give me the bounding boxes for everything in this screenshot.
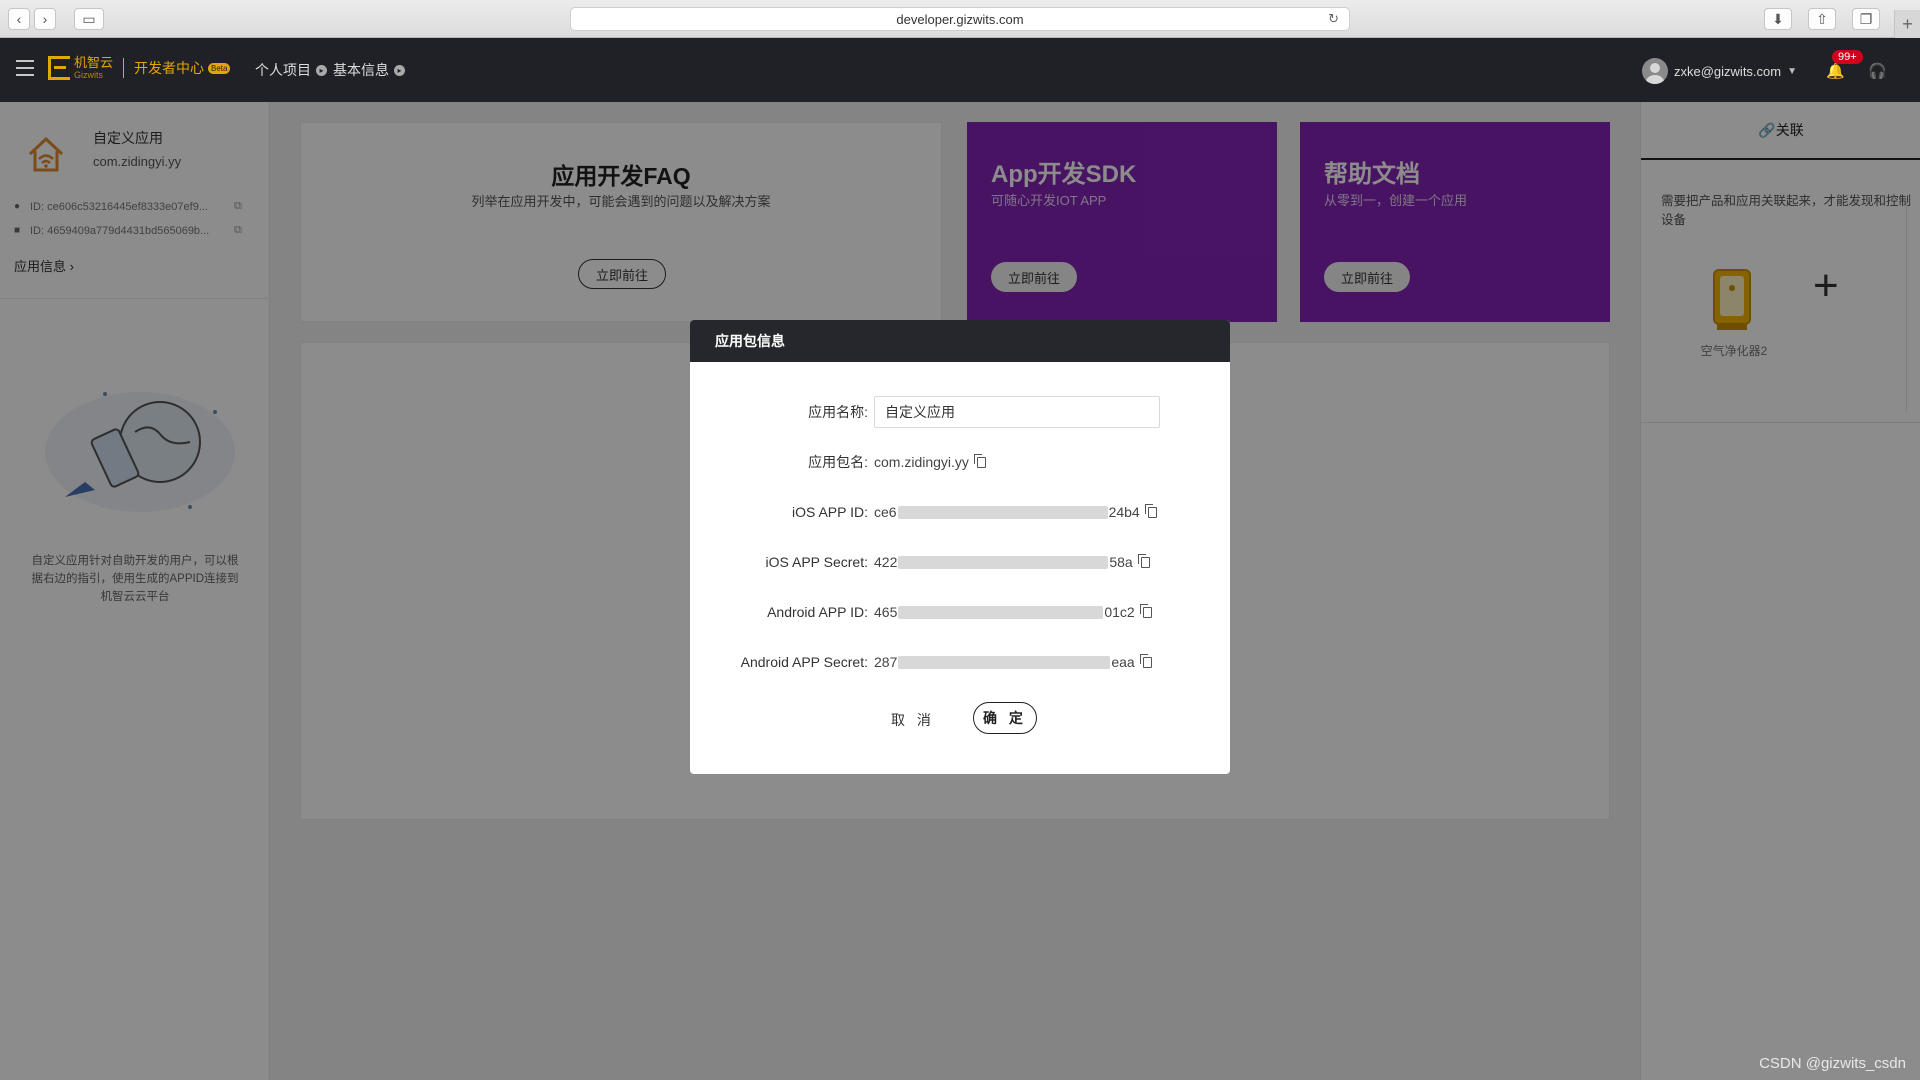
android-secret-prefix: 287 <box>874 654 898 670</box>
modal-title: 应用包信息 <box>690 320 1230 362</box>
tabs-icon[interactable]: ❐ <box>1852 8 1880 30</box>
app-name-row: 应用名称: <box>690 396 1230 428</box>
android-id-label: Android APP ID: <box>767 604 868 620</box>
copy-icon[interactable] <box>1137 553 1150 568</box>
ios-secret-row: iOS APP Secret: 422 58a <box>690 546 1230 578</box>
copy-icon[interactable] <box>1139 653 1152 668</box>
chevron-down-icon: ▼ <box>1787 65 1798 77</box>
copy-icon[interactable] <box>973 453 986 468</box>
share-icon[interactable]: ⇧ <box>1808 8 1836 30</box>
app-package-modal: 应用包信息 应用名称: 应用包名: com.zidingyi.yy iOS AP… <box>690 320 1230 774</box>
notification-badge: 99+ <box>1832 50 1863 64</box>
url-bar[interactable]: developer.gizwits.com ↻ <box>570 7 1350 31</box>
user-menu[interactable]: zxke@gizwits.com ▼ <box>1642 58 1797 84</box>
crumb-arrow-icon: ▸ <box>394 64 405 76</box>
android-secret-suffix: eaa <box>1111 654 1135 670</box>
download-icon[interactable]: ⬇ <box>1764 8 1792 30</box>
dev-center-label: 开发者中心 <box>134 60 205 76</box>
forward-icon[interactable]: › <box>34 8 56 30</box>
user-email: zxke@gizwits.com <box>1674 63 1782 79</box>
top-nav: 机智云 Gizwits 开发者中心 Beta 个人项目 ▸ 基本信息 ▸ zxk… <box>0 38 1920 102</box>
package-value: com.zidingyi.yy <box>874 454 969 470</box>
browser-toolbar: ‹ › ▭ developer.gizwits.com ↻ ⬇ ⇧ ❐ + <box>0 0 1920 38</box>
android-id-row: Android APP ID: 465 01c2 <box>690 596 1230 628</box>
logo-mark-icon <box>48 56 70 80</box>
bell-icon[interactable]: 🔔 <box>1826 62 1845 80</box>
new-tab-icon[interactable]: + <box>1894 10 1920 38</box>
watermark: CSDN @gizwits_csdn <box>1759 1055 1906 1072</box>
cancel-button[interactable]: 取 消 <box>890 705 936 735</box>
avatar <box>1642 58 1668 84</box>
redacted-mask <box>898 605 1104 619</box>
android-secret-label: Android APP Secret: <box>740 654 868 670</box>
android-id-suffix: 01c2 <box>1104 604 1135 620</box>
url-text: developer.gizwits.com <box>896 11 1024 27</box>
headset-icon[interactable]: 🎧 <box>1868 62 1887 80</box>
redacted-mask <box>897 505 1108 519</box>
redacted-mask <box>898 655 1111 669</box>
beta-badge: Beta <box>208 62 231 74</box>
ios-id-row: iOS APP ID: ce6 24b4 <box>690 496 1230 528</box>
copy-icon[interactable] <box>1144 503 1157 518</box>
logo[interactable]: 机智云 Gizwits 开发者中心 Beta <box>48 55 231 80</box>
app-name-label: 应用名称: <box>808 404 868 420</box>
breadcrumb: 个人项目 ▸ 基本信息 ▸ <box>255 60 411 80</box>
ios-id-label: iOS APP ID: <box>792 504 868 520</box>
confirm-button[interactable]: 确 定 <box>973 702 1037 734</box>
sidebar-toggle-icon[interactable]: ▭ <box>74 8 104 30</box>
package-label: 应用包名: <box>808 454 868 470</box>
package-row: 应用包名: com.zidingyi.yy <box>690 446 1230 478</box>
logo-cn: 机智云 <box>74 55 114 70</box>
redacted-mask <box>898 555 1109 569</box>
ios-id-suffix: 24b4 <box>1108 504 1140 520</box>
ios-secret-label: iOS APP Secret: <box>765 554 868 570</box>
crumb-arrow-icon: ▸ <box>316 64 327 76</box>
logo-divider <box>123 58 125 78</box>
logo-en: Gizwits <box>74 70 103 80</box>
crumb-basic-info[interactable]: 基本信息 <box>333 60 389 80</box>
ios-secret-prefix: 422 <box>874 554 898 570</box>
ios-secret-suffix: 58a <box>1109 554 1133 570</box>
menu-icon[interactable] <box>16 60 34 76</box>
ios-id-prefix: ce6 <box>874 504 897 520</box>
back-icon[interactable]: ‹ <box>8 8 30 30</box>
android-secret-row: Android APP Secret: 287 eaa <box>690 646 1230 678</box>
android-id-prefix: 465 <box>874 604 898 620</box>
reload-icon[interactable]: ↻ <box>1328 11 1339 27</box>
crumb-personal-project[interactable]: 个人项目 <box>255 60 311 80</box>
app-name-input[interactable] <box>874 396 1160 428</box>
copy-icon[interactable] <box>1139 603 1152 618</box>
